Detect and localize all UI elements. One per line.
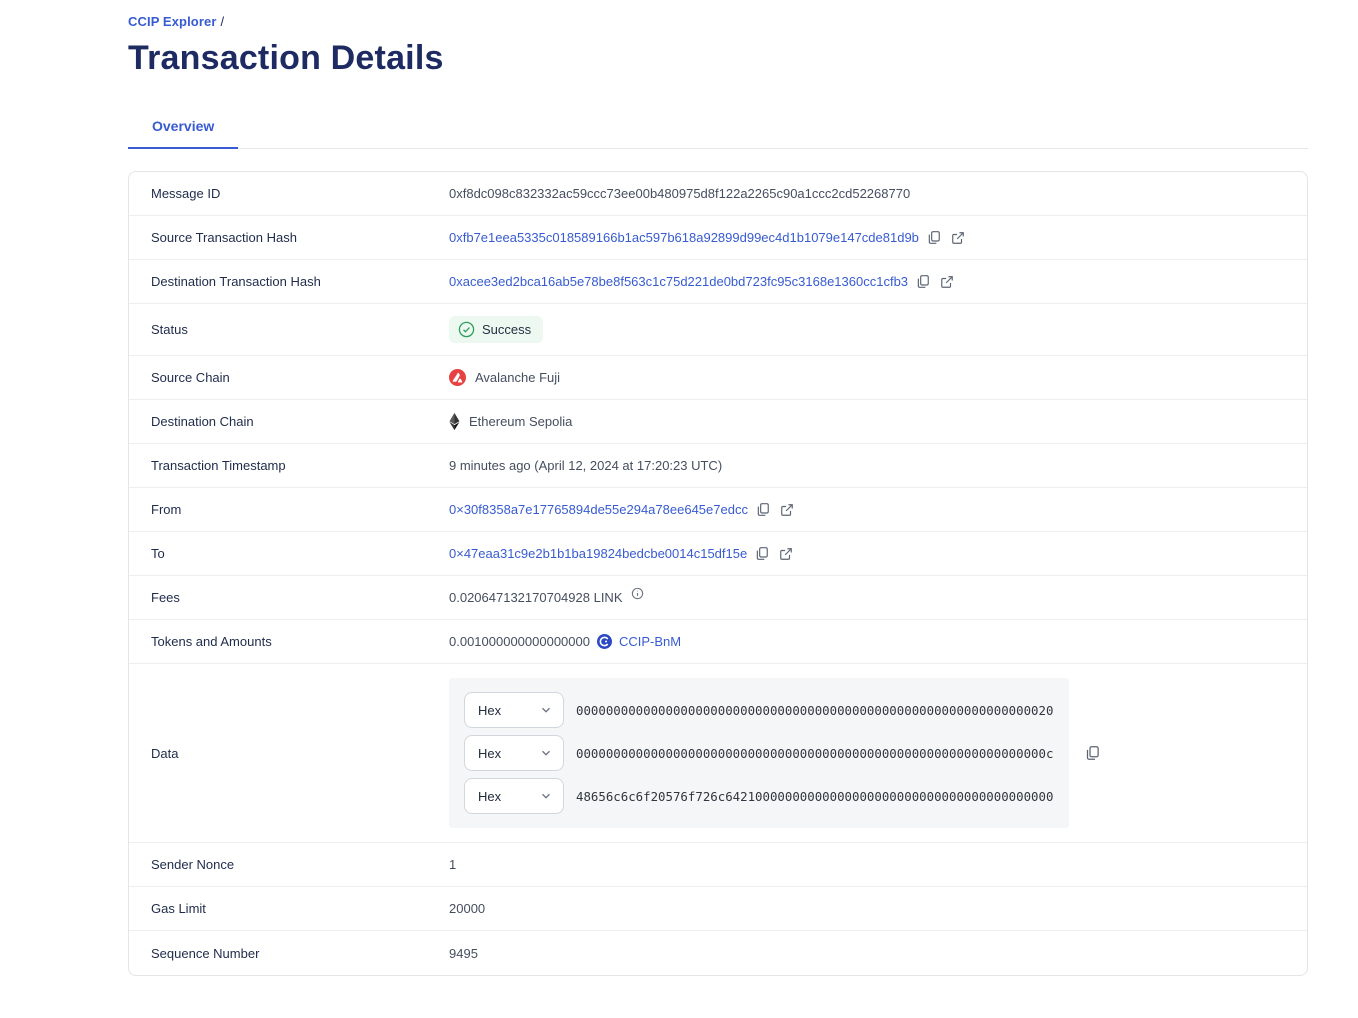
data-line: Hex 48656c6c6f20576f726c6421000000000000… — [464, 778, 1054, 814]
external-link-icon — [779, 547, 793, 561]
data-format-select-value: Hex — [478, 703, 501, 718]
chevron-down-icon — [539, 703, 553, 717]
fees-label: Fees — [129, 590, 449, 605]
data-copy-button[interactable] — [1085, 745, 1100, 761]
message-id-label: Message ID — [129, 186, 449, 201]
to-external-button[interactable] — [779, 547, 793, 561]
status-label: Status — [129, 322, 449, 337]
status-badge-text: Success — [482, 322, 531, 337]
row-gas-limit: Gas Limit 20000 — [129, 887, 1307, 931]
external-link-icon — [951, 231, 965, 245]
info-icon[interactable] — [631, 587, 644, 600]
from-copy-button[interactable] — [756, 502, 770, 517]
external-link-icon — [780, 503, 794, 517]
source-tx-hash-external-button[interactable] — [951, 231, 965, 245]
ethereum-logo-icon — [449, 413, 460, 430]
timestamp-value: 9 minutes ago (April 12, 2024 at 17:20:2… — [449, 458, 722, 473]
chevron-down-icon — [539, 789, 553, 803]
row-source-tx-hash: Source Transaction Hash 0xfb7e1eea5335c0… — [129, 216, 1307, 260]
from-address-link[interactable]: 0×30f8358a7e17765894de55e294a78ee645e7ed… — [449, 502, 748, 517]
page-title: Transaction Details — [128, 39, 1308, 78]
breadcrumb: CCIP Explorer / — [128, 14, 1308, 29]
copy-icon — [756, 502, 770, 517]
row-message-id: Message ID 0xf8dc098c832332ac59ccc73ee00… — [129, 172, 1307, 216]
external-link-icon — [940, 275, 954, 289]
row-sequence-number: Sequence Number 9495 — [129, 931, 1307, 975]
row-data: Data Hex 0000000000000000 — [129, 664, 1307, 843]
gas-limit-value: 20000 — [449, 901, 485, 916]
source-chain-name: Avalanche Fuji — [475, 370, 560, 385]
dest-tx-hash-external-button[interactable] — [940, 275, 954, 289]
tab-bar: Overview — [128, 118, 1308, 149]
sender-nonce-value: 1 — [449, 857, 456, 872]
data-hex-panel: Hex 000000000000000000000000000000000000… — [449, 678, 1069, 828]
chevron-down-icon — [539, 746, 553, 760]
copy-icon — [755, 546, 769, 561]
data-label: Data — [129, 746, 449, 761]
data-line: Hex 000000000000000000000000000000000000… — [464, 692, 1054, 728]
copy-icon — [927, 230, 941, 245]
to-label: To — [129, 546, 449, 561]
ccip-token-icon — [597, 634, 612, 649]
row-sender-nonce: Sender Nonce 1 — [129, 843, 1307, 887]
status-badge: Success — [449, 316, 543, 343]
row-status: Status Success — [129, 304, 1307, 356]
data-hex-word: 0000000000000000000000000000000000000000… — [576, 746, 1053, 761]
sequence-number-label: Sequence Number — [129, 946, 449, 961]
dest-chain-name: Ethereum Sepolia — [469, 414, 572, 429]
source-tx-hash-label: Source Transaction Hash — [129, 230, 449, 245]
data-format-select-value: Hex — [478, 746, 501, 761]
breadcrumb-separator: / — [220, 14, 224, 29]
token-name-link[interactable]: CCIP-BnM — [619, 634, 681, 649]
row-fees: Fees 0.020647132170704928 LINK — [129, 576, 1307, 620]
message-id-value: 0xf8dc098c832332ac59ccc73ee00b480975d8f1… — [449, 186, 910, 201]
data-format-select[interactable]: Hex — [464, 778, 564, 814]
dest-tx-hash-link[interactable]: 0xacee3ed2bca16ab5e78be8f563c1c75d221de0… — [449, 274, 908, 289]
source-tx-hash-copy-button[interactable] — [927, 230, 941, 245]
avalanche-logo-icon — [449, 369, 466, 386]
dest-tx-hash-label: Destination Transaction Hash — [129, 274, 449, 289]
breadcrumb-ccip-explorer-link[interactable]: CCIP Explorer — [128, 14, 216, 29]
source-chain-label: Source Chain — [129, 370, 449, 385]
to-address-link[interactable]: 0×47eaa31c9e2b1b1ba19824bedcbe0014c15df1… — [449, 546, 747, 561]
transaction-details-card: Message ID 0xf8dc098c832332ac59ccc73ee00… — [128, 171, 1308, 976]
data-hex-word: 48656c6c6f20576f726c64210000000000000000… — [576, 789, 1053, 804]
data-format-select[interactable]: Hex — [464, 692, 564, 728]
data-line: Hex 000000000000000000000000000000000000… — [464, 735, 1054, 771]
row-to: To 0×47eaa31c9e2b1b1ba19824bedcbe0014c15… — [129, 532, 1307, 576]
copy-icon — [1085, 745, 1100, 761]
from-external-button[interactable] — [780, 503, 794, 517]
row-dest-chain: Destination Chain Ethereum Sepolia — [129, 400, 1307, 444]
data-format-select-value: Hex — [478, 789, 501, 804]
data-hex-word: 0000000000000000000000000000000000000000… — [576, 703, 1053, 718]
dest-tx-hash-copy-button[interactable] — [916, 274, 930, 289]
copy-icon — [916, 274, 930, 289]
gas-limit-label: Gas Limit — [129, 901, 449, 916]
transaction-details-page: CCIP Explorer / Transaction Details Overv… — [0, 0, 1358, 976]
row-from: From 0×30f8358a7e17765894de55e294a78ee64… — [129, 488, 1307, 532]
sender-nonce-label: Sender Nonce — [129, 857, 449, 872]
to-copy-button[interactable] — [755, 546, 769, 561]
token-amount: 0.001000000000000000 — [449, 634, 590, 649]
data-format-select[interactable]: Hex — [464, 735, 564, 771]
dest-chain-label: Destination Chain — [129, 414, 449, 429]
tab-overview[interactable]: Overview — [128, 118, 238, 149]
source-tx-hash-link[interactable]: 0xfb7e1eea5335c018589166b1ac597b618a9289… — [449, 230, 919, 245]
row-source-chain: Source Chain Avalanche Fuji — [129, 356, 1307, 400]
check-circle-icon — [458, 321, 475, 338]
fees-value: 0.020647132170704928 LINK — [449, 590, 623, 605]
from-label: From — [129, 502, 449, 517]
row-dest-tx-hash: Destination Transaction Hash 0xacee3ed2b… — [129, 260, 1307, 304]
sequence-number-value: 9495 — [449, 946, 478, 961]
row-tokens-and-amounts: Tokens and Amounts 0.001000000000000000 … — [129, 620, 1307, 664]
timestamp-label: Transaction Timestamp — [129, 458, 449, 473]
row-timestamp: Transaction Timestamp 9 minutes ago (Apr… — [129, 444, 1307, 488]
tokens-label: Tokens and Amounts — [129, 634, 449, 649]
